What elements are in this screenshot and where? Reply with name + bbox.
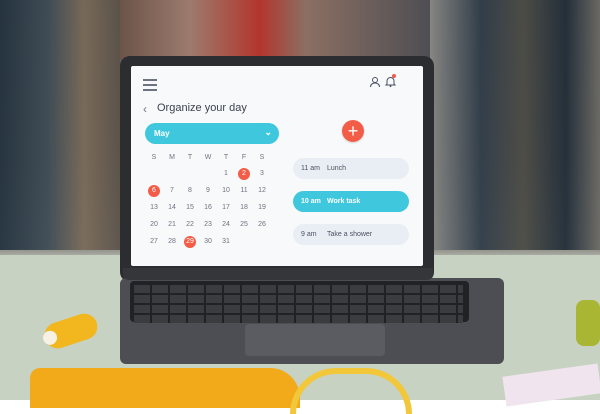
touchpad[interactable] — [245, 324, 385, 356]
background-fabrics-right — [430, 0, 600, 250]
task-name: Lunch — [327, 165, 347, 172]
keyboard-row — [134, 305, 463, 313]
calendar-grid: 1 2 3 6 7 8 9 10 11 12 13 14 15 16 17 18… — [145, 168, 271, 253]
calendar-day[interactable]: 25 — [238, 219, 250, 231]
calendar-app-screen: ‹ Organize your day May ⌄ + S M T W T F … — [131, 66, 423, 266]
chevron-left-icon[interactable]: ‹ — [143, 102, 147, 116]
user-icon[interactable] — [369, 76, 381, 88]
month-label: May — [154, 129, 170, 138]
calendar-day[interactable]: 13 — [148, 202, 160, 214]
calendar-day[interactable]: 14 — [166, 202, 178, 214]
calendar-day[interactable]: 18 — [238, 202, 250, 214]
weekday-label: M — [169, 154, 175, 161]
laptop-hinge — [123, 268, 433, 280]
weekday-label: S — [259, 154, 265, 161]
calendar-day[interactable]: 28 — [166, 236, 178, 248]
task-list: 11 am Lunch 10 am Work task 9 am Take a … — [293, 158, 409, 257]
task-time: 11 am — [301, 165, 320, 172]
calendar-day[interactable]: 23 — [202, 219, 214, 231]
calendar-day[interactable]: 2 — [238, 168, 250, 180]
calendar-day[interactable]: 16 — [202, 202, 214, 214]
chevron-down-icon: ⌄ — [264, 127, 272, 137]
hamburger-menu-icon[interactable] — [143, 79, 157, 94]
calendar-day[interactable]: 12 — [256, 185, 268, 197]
calendar-day[interactable]: 17 — [220, 202, 232, 214]
keyboard-row — [134, 295, 463, 303]
calendar-day[interactable]: 27 — [148, 236, 160, 248]
task-item[interactable]: 9 am Take a shower — [293, 224, 409, 245]
calendar-day[interactable]: 15 — [184, 202, 196, 214]
calendar-day[interactable]: 7 — [166, 185, 178, 197]
task-name: Take a shower — [327, 231, 373, 238]
calendar-day[interactable]: 6 — [148, 185, 160, 197]
task-time: 9 am — [301, 231, 317, 238]
add-event-button[interactable]: + — [342, 120, 364, 142]
calendar-day[interactable]: 31 — [220, 236, 232, 248]
weekday-label: T — [187, 154, 193, 161]
keyboard-row — [134, 315, 463, 323]
calendar-day[interactable]: 3 — [256, 168, 268, 180]
calendar-day[interactable]: 11 — [238, 185, 250, 197]
calendar-day[interactable]: 19 — [256, 202, 268, 214]
calendar-day[interactable]: 21 — [166, 219, 178, 231]
weekday-label: S — [151, 154, 157, 161]
keyboard-row — [134, 285, 463, 293]
calendar-day[interactable]: 1 — [220, 168, 232, 180]
calendar-day[interactable]: 8 — [184, 185, 196, 197]
weekday-label: T — [223, 154, 229, 161]
fabric-piece — [30, 368, 300, 408]
page-title: Organize your day — [157, 102, 247, 114]
calendar-day[interactable]: 22 — [184, 219, 196, 231]
calendar-day[interactable]: 10 — [220, 185, 232, 197]
calendar-day[interactable]: 20 — [148, 219, 160, 231]
calendar-day[interactable]: 30 — [202, 236, 214, 248]
task-item[interactable]: 11 am Lunch — [293, 158, 409, 179]
calendar-day[interactable]: 9 — [202, 185, 214, 197]
calendar-day[interactable]: 24 — [220, 219, 232, 231]
month-selector[interactable]: May ⌄ — [145, 123, 279, 144]
weekday-header: S M T W T F S — [145, 154, 271, 161]
background-fabrics-left — [0, 0, 120, 250]
task-time: 10 am — [301, 198, 321, 205]
task-item-active[interactable]: 10 am Work task — [293, 191, 409, 212]
weekday-label: W — [204, 154, 212, 161]
background-fabrics-middle — [120, 0, 430, 60]
plant — [576, 300, 600, 346]
notification-dot — [392, 74, 396, 78]
weekday-label: F — [241, 154, 247, 161]
calendar-day[interactable]: 29 — [184, 236, 196, 248]
calendar-day[interactable]: 26 — [256, 219, 268, 231]
task-name: Work task — [327, 198, 361, 205]
